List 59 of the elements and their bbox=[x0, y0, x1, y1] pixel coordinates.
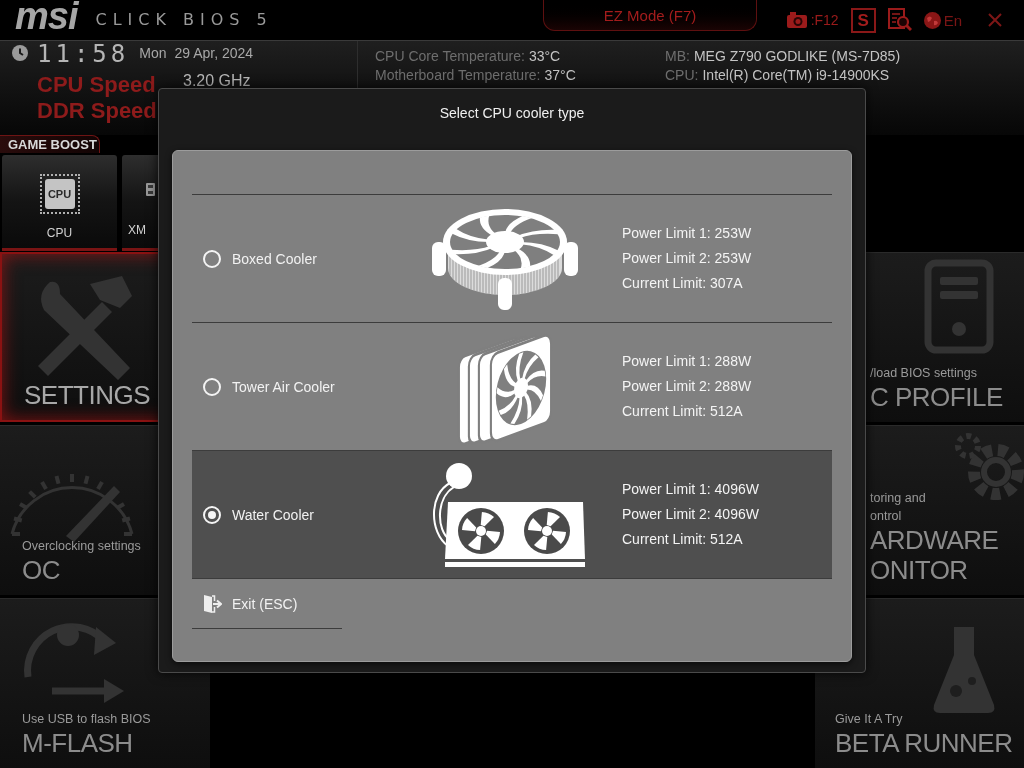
time-text: 11:58 bbox=[37, 41, 130, 67]
close-icon[interactable] bbox=[988, 13, 1002, 27]
dialog-title: Select CPU cooler type bbox=[439, 104, 585, 122]
option-label: Boxed Cooler bbox=[232, 249, 317, 268]
option-label: Water Cooler bbox=[232, 505, 314, 524]
day-text: Mon bbox=[139, 45, 167, 61]
option-label: Tower Air Cooler bbox=[232, 377, 335, 396]
speed-label: CPU Speed bbox=[37, 72, 157, 98]
spec-text: Power Limit 2: 288W bbox=[622, 377, 752, 396]
spec-text: Power Limit 1: 4096W bbox=[622, 480, 759, 499]
speed-label: DDR Speed bbox=[37, 98, 158, 124]
exit-button[interactable]: Exit (ESC) bbox=[192, 579, 342, 629]
tile-subtitle: toring and bbox=[870, 490, 927, 507]
tile-subtitle: Use USB to flash BIOS bbox=[22, 711, 152, 728]
date-text: 29 Apr, 2024 bbox=[174, 45, 254, 61]
chip-icon: CPU bbox=[39, 174, 80, 214]
info-label: MB: bbox=[665, 47, 690, 66]
speed-value: 3.20 GHz bbox=[183, 73, 251, 88]
camera-icon bbox=[786, 12, 807, 28]
tile-title: OC bbox=[22, 555, 61, 585]
globe-icon bbox=[923, 11, 941, 29]
tile-title: C PROFILE bbox=[870, 382, 1004, 412]
sensor-value: 33°C bbox=[528, 47, 561, 66]
tile-subtitle: Give It A Try bbox=[835, 711, 904, 728]
spec-text: Power Limit 2: 253W bbox=[622, 249, 752, 268]
sensor-label: Motherboard Temperature: bbox=[375, 66, 541, 85]
radio-button[interactable] bbox=[203, 249, 221, 268]
brand-logo: msi bbox=[15, 1, 78, 39]
tile-subtitle: ontrol bbox=[870, 508, 903, 525]
spec-text: Power Limit 1: 253W bbox=[622, 224, 752, 243]
tile-subtitle: Overclocking settings bbox=[22, 538, 142, 555]
radio-button[interactable] bbox=[203, 505, 221, 524]
tile-subtitle: /load BIOS settings bbox=[870, 365, 978, 382]
spec-text: Current Limit: 512A bbox=[622, 402, 744, 421]
cooler-option-row[interactable]: Water Cooler Power Limit 1: 4096W Power Limit 2: 4096W Current Limit: 512A bbox=[192, 451, 832, 579]
spec-text: Power Limit 2: 4096W bbox=[622, 505, 759, 524]
tile-title: ARDWARE bbox=[870, 525, 1000, 555]
clock-icon bbox=[12, 45, 28, 61]
product-title: CLICK BIOS 5 bbox=[95, 10, 273, 30]
boost-tile[interactable]: XM bbox=[122, 155, 158, 251]
tile-title: SETTINGS bbox=[24, 380, 151, 410]
info-value: Intel(R) Core(TM) i9-14900KS bbox=[702, 66, 890, 85]
spec-text: Power Limit 1: 288W bbox=[622, 352, 752, 371]
tile-title: ONITOR bbox=[870, 555, 969, 585]
tile-title: M-FLASH bbox=[22, 728, 134, 758]
info-value: MEG Z790 GODLIKE (MS-7D85) bbox=[693, 47, 901, 66]
sensor-value: 37°C bbox=[544, 66, 576, 85]
boost-tile[interactable]: CPU CPU bbox=[2, 155, 117, 251]
game-boost-label: GAME BOOST bbox=[0, 135, 100, 153]
memory-icon bbox=[146, 183, 155, 196]
exit-icon bbox=[202, 593, 222, 614]
spec-text: Current Limit: 307A bbox=[622, 274, 744, 293]
radio-button[interactable] bbox=[203, 377, 221, 396]
spec-text: Current Limit: 512A bbox=[622, 530, 744, 549]
info-label: CPU: bbox=[665, 66, 699, 85]
search-icon[interactable] bbox=[887, 8, 912, 32]
sensor-label: CPU Core Temperature: bbox=[375, 47, 525, 66]
gears-drawing bbox=[954, 432, 1024, 502]
tile-title: BETA RUNNER bbox=[835, 728, 1014, 758]
